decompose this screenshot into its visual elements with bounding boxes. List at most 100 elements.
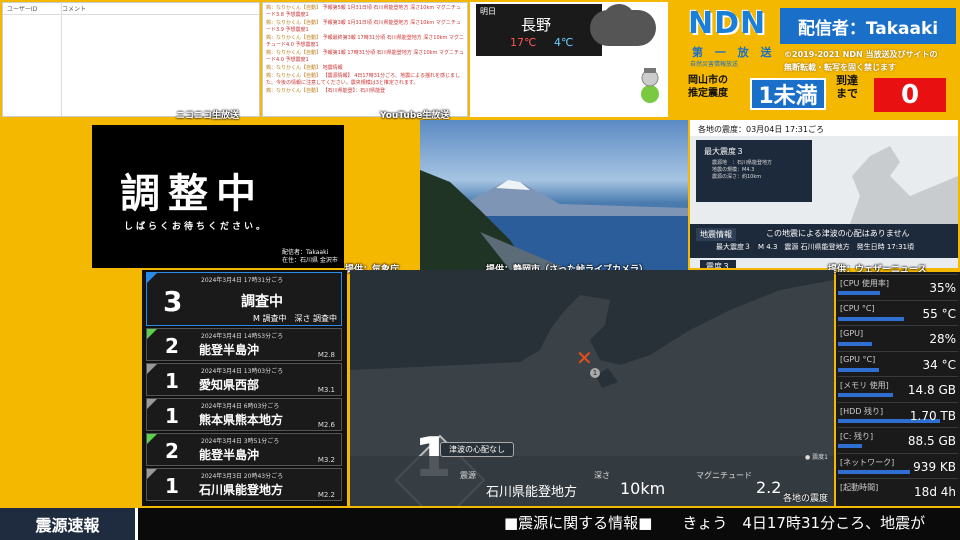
copyright: ©2019-2021 NDN 当放送及びサイトの 無断転載・転写を固く禁じます	[784, 48, 937, 74]
monitor-label: [メモリ 使用]	[840, 381, 889, 390]
quake-intensity: 1	[165, 369, 179, 393]
arrival-label-1: 到達	[836, 74, 858, 87]
chat-author: 鶏：なりかくん【自動】	[266, 88, 322, 94]
nico-comment-panel: ユーザーID コメント	[2, 2, 260, 117]
intensity-minimap: ✕ 各地の震度：03月04日 17:31ごろ 最大震度３ 震源地 ：石川県能登地…	[690, 120, 958, 268]
map-footer: 各地の震度	[782, 494, 828, 504]
quake-intensity: 3	[163, 285, 183, 318]
epicenter-value: 石川県能登地方	[486, 485, 578, 500]
monitor-row: [GPU °C] 34 °C	[838, 350, 958, 373]
tsunami-badge: 津波の心配なし	[440, 442, 514, 457]
detail-line: 震源地 ：石川県能登地方	[712, 160, 773, 166]
station-marker: 1	[590, 368, 600, 378]
estimate-label-1: 岡山市の	[688, 75, 728, 86]
monitor-value: 28%	[929, 332, 956, 346]
magnitude-label: マグニチュード	[696, 471, 752, 480]
monitor-row: [CPU °C] 55 °C	[838, 299, 958, 322]
monitor-row: [起動時間] 18d 4h	[838, 478, 958, 500]
quake-datetime: 2024年3月4日 13時03分ごろ	[201, 368, 284, 375]
monitor-graph	[838, 291, 880, 295]
monitor-label: [GPU]	[840, 329, 864, 338]
arrival-countdown: 0	[874, 78, 946, 112]
broadcaster-label: 配信者：Takaaki	[780, 8, 956, 44]
chat-message: 鶏：なりかくん【自動】 予報第1報 17時31分頃 石川県能登地方 深さ10km…	[266, 50, 464, 64]
quake-place: 熊本県熊本地方	[199, 413, 284, 427]
weather-low: 4℃	[554, 36, 574, 49]
live-camera	[420, 120, 688, 270]
quake-detail: M 調査中 深さ 調査中	[253, 314, 337, 323]
quake-place: 調査中	[241, 294, 283, 310]
quake-intensity: 2	[165, 439, 179, 463]
credit-line-2: 在住：石川県 金沢市	[282, 257, 338, 264]
system-monitor: [CPU 使用率] 35% [CPU °C] 55 °C [GPU] 28% [GPU °C…	[836, 272, 960, 506]
epicenter-label: 震源	[460, 471, 476, 480]
monitor-graph	[838, 393, 894, 397]
detail-line: 地震の規模：M4.3	[712, 167, 755, 173]
arrival-label: 到達 まで	[836, 74, 858, 100]
monitor-row: [HDD 残り] 1.70 TB	[838, 401, 958, 424]
standby-credit: 配信者：Takaaki 在住：石川県 金沢市	[282, 249, 338, 265]
quake-place: 石川県能登地方	[199, 483, 284, 497]
ticker-label: 震源速報	[0, 508, 138, 540]
camera-scene	[420, 170, 688, 270]
chat-author: 鶏：なりかくん【自動】	[266, 50, 322, 56]
magnitude-value: 2.2	[756, 478, 782, 497]
monitor-row: [CPU 使用率] 35%	[838, 274, 958, 296]
intensity-marker	[147, 364, 157, 374]
monitor-label: [ネットワーク]	[840, 457, 895, 467]
cloud-icon	[590, 4, 656, 46]
chat-author: 鶏：なりかくん【自動】	[266, 35, 322, 41]
quake-item[interactable]: 2024年3月4日 3時51分ごろ 2 能登半島沖 M3.2	[146, 433, 342, 466]
monitor-graph	[838, 342, 872, 346]
minimap-max-intensity: 最大震度３	[704, 147, 744, 156]
monitor-value: 14.8 GB	[907, 383, 956, 397]
monitor-value: 939 KB	[913, 459, 956, 474]
minimap-land: ✕	[800, 146, 958, 224]
quake-place: 能登半島沖	[199, 343, 260, 357]
quake-datetime: 2024年3月4日 17時31分ごろ	[201, 277, 284, 284]
ticker-text: ■震源に関する情報■ きょう 4日17時31分ころ、地震が	[504, 514, 926, 532]
chat-message: 鶏：なりかくん【自動】 【石川県能登】：石川県能登	[266, 88, 464, 95]
minimap-tab: 地震情報	[696, 228, 736, 241]
monitor-row: [C: 残り] 88.5 GB	[838, 427, 958, 449]
monitor-label: [GPU °C]	[840, 354, 876, 364]
intensity-marker	[147, 329, 157, 339]
quake-datetime: 2024年3月4日 3時51分ごろ	[201, 438, 280, 445]
quake-datetime: 2024年3月3日 20時43分ごろ	[201, 473, 284, 480]
monitor-value: 88.5 GB	[907, 434, 956, 448]
chat-author: 鶏：なりかくん【自動】	[266, 73, 322, 79]
quake-datetime: 2024年3月4日 14時53分ごろ	[201, 333, 284, 340]
minimap-header: 各地の震度：03月04日 17:31ごろ	[690, 120, 958, 136]
station-legend: ● 震度1	[805, 454, 828, 461]
estimate-label-2: 推定震度	[688, 88, 728, 99]
ndn-logo: NDN	[688, 6, 767, 41]
epicenter-icon: ✕	[576, 346, 593, 370]
monitor-row: [ネットワーク] 939 KB	[838, 452, 958, 475]
monitor-label: [CPU 使用率]	[840, 279, 890, 288]
quake-item[interactable]: 2024年3月4日 17時31分ごろ 3 調査中 M 調査中 深さ 調査中	[146, 272, 342, 326]
chat-author: 鶏：なりかくん【自動】	[266, 5, 322, 11]
col-user: ユーザーID	[7, 6, 38, 13]
intensity-marker	[147, 273, 157, 283]
standby-title: 調整中	[120, 171, 264, 217]
minimap-intensity-tab: 震度３	[700, 260, 736, 268]
channel-label: 第 一 放 送	[692, 46, 776, 59]
news-ticker: 震源速報 ■震源に関する情報■ きょう 4日17時31分ころ、地震が	[0, 508, 960, 540]
monitor-graph	[838, 469, 910, 474]
minimap-message: この地震による津波の心配はありません	[766, 229, 910, 238]
weather-high: 17℃	[510, 36, 537, 49]
chat-text: 地震情報	[322, 65, 343, 71]
quake-item[interactable]: 2024年3月4日 14時53分ごろ 2 能登半島沖 M2.8	[146, 328, 342, 361]
standby-screen: 調整中 しばらくお待ちください。 配信者：Takaaki 在住：石川県 金沢市	[92, 125, 344, 268]
arrival-label-2: まで	[836, 87, 858, 100]
quake-intensity: 1	[165, 474, 179, 498]
monitor-graph	[838, 316, 904, 321]
quake-item[interactable]: 2024年3月4日 13時03分ごろ 1 愛知県西部 M3.1	[146, 363, 342, 396]
quake-item[interactable]: 2024年3月3日 20時43分ごろ 1 石川県能登地方 M2.2	[146, 468, 342, 501]
quake-datetime: 2024年3月4日 6時03分ごろ	[201, 403, 280, 410]
monitor-row: [メモリ 使用] 14.8 GB	[838, 376, 958, 398]
quake-item[interactable]: 2024年3月4日 6時03分ごろ 1 熊本県熊本地方 M2.6	[146, 398, 342, 431]
monitor-value: 18d 4h	[914, 485, 956, 499]
minimap-detail: 最大震度３ M 4.3 震源 石川県能登地方 発生日時 17:31頃	[716, 243, 915, 251]
minimap-details: 震源地 ：石川県能登地方 地震の規模：M4.3 震源の深さ：約10km	[712, 160, 808, 181]
